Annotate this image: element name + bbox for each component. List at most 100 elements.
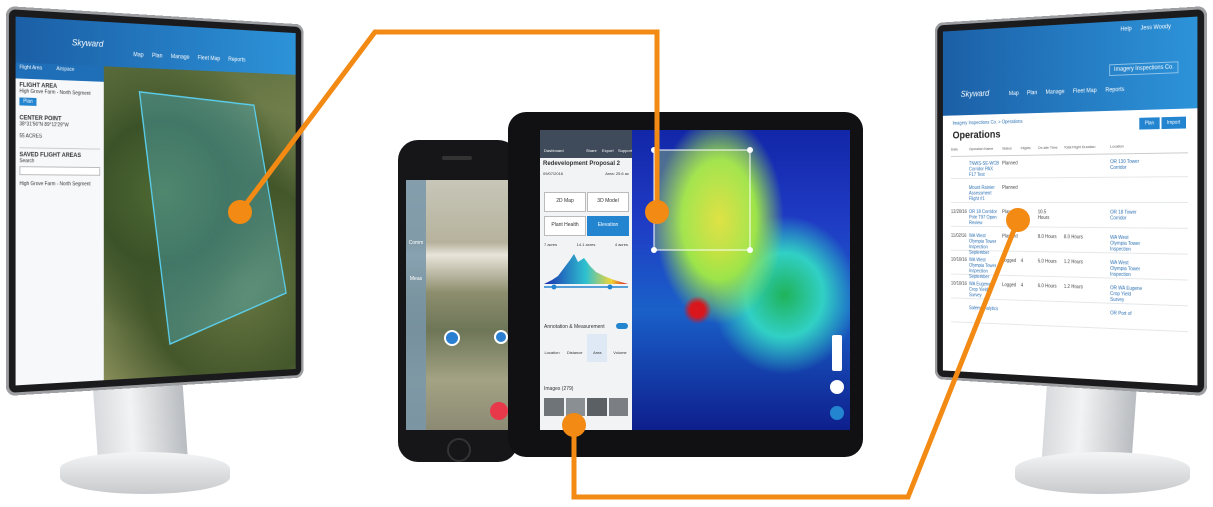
cell-location[interactable]: OR WA Eugene Crop Yield Survey <box>1110 285 1145 304</box>
help-link[interactable]: Help <box>1120 26 1131 32</box>
cell-location[interactable]: OR Port of <box>1110 311 1145 318</box>
tool-area[interactable]: Area <box>587 334 608 362</box>
col-name[interactable]: Operation Name <box>969 146 993 151</box>
cell-location[interactable]: OR 18 Tower Corridor <box>1110 210 1145 222</box>
layer-plant-health[interactable]: Plant Health <box>544 216 586 236</box>
tablet-header: Dashboard Share Export Support <box>540 130 632 158</box>
cell-name[interactable]: WA Eugene Crop Yield Survey <box>969 281 1001 299</box>
layer-elevation[interactable]: Elevation <box>587 216 629 236</box>
cell-location[interactable]: WA West Olympia Tower Inspection <box>1110 260 1145 278</box>
nav-manage-right[interactable]: Manage <box>1046 89 1065 95</box>
cell-name[interactable]: TNWS-SE-WCB Corridor PAX F17 Test <box>969 161 1001 178</box>
cell-location[interactable]: WA West Olympia Tower Inspection <box>1110 235 1145 253</box>
cell-onsite: 5.0 Hours <box>1037 258 1057 265</box>
breadcrumb[interactable]: Imagery Inspections Co. > Operations <box>953 119 1023 126</box>
cell-onsite <box>1038 308 1057 309</box>
table-row[interactable]: 12/20/16 OR 18 Corridor Pole T97 Open Rev… <box>950 205 1188 229</box>
support-icon[interactable]: Support <box>618 148 632 153</box>
plan-button-right[interactable]: Plan <box>1139 117 1160 130</box>
import-button[interactable]: Import <box>1161 116 1186 130</box>
tool-location[interactable]: Location <box>542 334 562 362</box>
image-thumb[interactable] <box>544 398 564 416</box>
saved-area-item[interactable]: High Grove Farm - North Segment <box>19 181 100 187</box>
elevation-map[interactable] <box>632 130 850 430</box>
elevation-histogram[interactable] <box>544 250 628 290</box>
nav-plan[interactable]: Plan <box>152 53 162 59</box>
col-onsite[interactable]: On-site Time <box>1038 145 1058 150</box>
undo-icon[interactable] <box>830 380 844 394</box>
col-location[interactable]: Location <box>1110 144 1124 149</box>
nav-fleet-right[interactable]: Fleet Map <box>1073 88 1097 95</box>
cell-status: Planned <box>1002 233 1018 240</box>
tool-volume[interactable]: Volume <box>610 334 630 362</box>
map-overlay <box>651 147 753 253</box>
phone-speaker <box>442 156 472 160</box>
col-flights[interactable]: Flights <box>1021 145 1031 150</box>
center-point-value: 38°31'56"N 89°12'29"W <box>19 121 69 129</box>
plan-button[interactable]: Plan <box>19 97 37 106</box>
export-icon[interactable]: Export <box>602 148 614 153</box>
nav-plan-right[interactable]: Plan <box>1027 90 1037 96</box>
col-date[interactable]: Date <box>951 147 958 152</box>
satellite-map[interactable] <box>103 66 296 381</box>
zoom-control[interactable] <box>832 335 842 371</box>
org-selector[interactable]: Imagery Inspections Co. <box>1109 61 1179 77</box>
cell-location[interactable]: OR 130 Tower Corridor <box>1110 159 1145 171</box>
waypoint-marker-icon[interactable] <box>494 330 508 344</box>
cell-flights: 4 <box>1020 282 1024 289</box>
layer-2d-map[interactable]: 2D Map <box>544 192 586 212</box>
tablet: Dashboard Share Export Support Redevelop… <box>508 112 863 457</box>
nav-reports-right[interactable]: Reports <box>1105 87 1124 94</box>
cell-duration: 8.0 Hours <box>1063 234 1083 241</box>
phone-home-button[interactable] <box>447 438 471 462</box>
user-menu[interactable]: Jess Woody <box>1141 24 1171 32</box>
histogram-labels: 7 acres 14.1 acres 4 acres <box>544 242 628 247</box>
phone-screen: Comm Meas <box>406 180 510 430</box>
nav-fleet-map[interactable]: Fleet Map <box>198 55 220 62</box>
cell-status <box>1002 307 1021 308</box>
cell-duration <box>1064 309 1083 310</box>
col-duration[interactable]: Total Flight Duration <box>1064 144 1095 149</box>
nav-reports[interactable]: Reports <box>228 57 245 63</box>
tablet-sidebar: Dashboard Share Export Support Redevelop… <box>540 130 633 430</box>
home-marker-icon[interactable] <box>444 330 460 346</box>
dashboard-icon[interactable]: Dashboard <box>544 148 564 153</box>
nav-map-right[interactable]: Map <box>1009 91 1019 97</box>
tab-airspace[interactable]: Airspace <box>56 66 74 73</box>
cell-name[interactable]: Mount Rainier Assessment Flight #1 <box>969 185 1001 202</box>
confirm-check-icon[interactable] <box>830 406 844 420</box>
phone-comm-label[interactable]: Comm <box>406 240 426 246</box>
nav-manage[interactable]: Manage <box>171 54 190 61</box>
home-fab-icon[interactable] <box>490 402 508 420</box>
histogram-label-high: 4 acres <box>614 242 628 247</box>
tablet-screen: Dashboard Share Export Support Redevelop… <box>540 130 850 430</box>
nav-map[interactable]: Map <box>133 52 143 58</box>
cell-name[interactable]: Salem Analytics <box>969 305 1001 312</box>
table-row[interactable]: Salem Analytics OR Port of <box>950 301 1188 333</box>
image-thumb[interactable] <box>587 398 607 416</box>
layer-3d-model[interactable]: 3D Model <box>587 192 629 212</box>
connector-dot-left <box>228 200 252 224</box>
col-status[interactable]: Status <box>1002 146 1012 151</box>
tab-flight-area[interactable]: Flight Area <box>19 65 42 72</box>
table-row[interactable]: 11/02/16 WA West Olympia Tower Inspection… <box>950 229 1188 256</box>
main-nav: Map Plan Manage Fleet Map Reports <box>133 52 252 63</box>
cell-onsite: 10.5 Hours <box>1037 209 1050 221</box>
search-input[interactable] <box>19 166 101 176</box>
connector-dot-right <box>1006 208 1030 232</box>
share-icon[interactable]: Share <box>586 148 597 153</box>
project-date[interactable]: 09/07/2016 <box>543 171 563 176</box>
cell-name[interactable]: OR 18 Corridor Pole T97 Open Review <box>969 209 1001 226</box>
image-thumb[interactable] <box>608 398 628 416</box>
connector-dot-tablet-images <box>562 413 586 437</box>
phone-meas-label[interactable]: Meas <box>406 276 426 282</box>
cell-date: 12/20/16 <box>950 209 967 215</box>
flight-area-polygon <box>104 66 296 380</box>
table-row[interactable]: 10/10/16 WA West Olympia Tower Inspection… <box>950 253 1188 281</box>
table-row[interactable]: Mount Rainier Assessment Flight #1 Planne… <box>950 180 1188 203</box>
table-row[interactable]: TNWS-SE-WCB Corridor PAX F17 Test Planned… <box>950 154 1188 179</box>
annotation-toggle[interactable] <box>616 323 628 329</box>
measure-tools: Location Distance Area Volume <box>542 334 630 362</box>
cell-name[interactable]: WA West Olympia Tower Inspection Septemb… <box>969 233 1001 256</box>
tool-distance[interactable]: Distance <box>565 334 585 362</box>
